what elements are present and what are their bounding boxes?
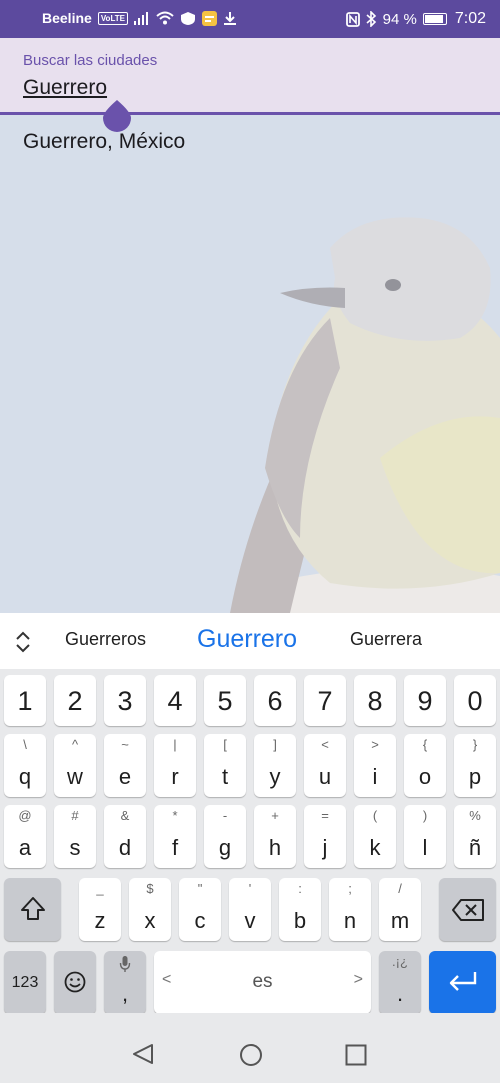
key-a[interactable]: @ a (4, 805, 46, 868)
key-z[interactable]: _ z (79, 878, 121, 941)
status-bar: Beeline VoLTE 94 % 7:02 (0, 0, 500, 38)
space-right-arrow: > (353, 971, 363, 988)
suggestion-3[interactable]: Guerrera (350, 629, 422, 650)
key-y[interactable]: ] y (254, 734, 296, 797)
key-u[interactable]: < u (304, 734, 346, 797)
period-key[interactable]: .¡¿. (379, 951, 421, 1014)
bird-photo (0, 38, 500, 613)
key-t[interactable]: [t (204, 734, 246, 797)
backspace-key[interactable] (439, 878, 496, 941)
space-language-label: es (252, 971, 273, 992)
key-b[interactable]: :b (279, 878, 321, 941)
suggestion-1[interactable]: Guerreros (65, 629, 146, 650)
navigation-bar (0, 1013, 500, 1083)
clock: 7:02 (454, 10, 486, 27)
battery-icon (422, 13, 447, 25)
download-icon (223, 11, 237, 26)
key-n-tilde[interactable]: % ñ (454, 805, 496, 868)
text-cursor-handle[interactable] (103, 100, 131, 132)
key-k[interactable]: (k (354, 805, 396, 868)
key-c[interactable]: " c (179, 878, 221, 941)
key-o[interactable]: {o (404, 734, 446, 797)
keyboard: Guerreros Guerrero Guerrera 1 2 3 4 5 6 … (0, 613, 500, 1014)
search-field[interactable]: Buscar las ciudades Guerrero (0, 38, 500, 115)
key-6[interactable]: 6 (254, 675, 296, 726)
key-m[interactable]: / m (379, 878, 421, 941)
bluetooth-icon (366, 11, 377, 27)
volte-badge: VoLTE (97, 11, 128, 25)
nfc-icon (345, 11, 360, 27)
key-7[interactable]: 7 (304, 675, 346, 726)
shift-key[interactable] (4, 878, 61, 941)
key-r[interactable]: | r (154, 734, 196, 797)
wifi-icon (156, 11, 174, 25)
key-0[interactable]: 0 (454, 675, 496, 726)
key-4[interactable]: 4 (154, 675, 196, 726)
shift-icon (21, 897, 45, 920)
key-f[interactable]: * f (154, 805, 196, 868)
mic-icon (119, 956, 131, 972)
key-g[interactable]: -g (204, 805, 246, 868)
key-w[interactable]: ^ w (54, 734, 96, 797)
key-l[interactable]: ) l (404, 805, 446, 868)
suggestion-bar: Guerreros Guerrero Guerrera (0, 613, 500, 669)
home-icon[interactable] (239, 1043, 263, 1067)
key-9[interactable]: 9 (404, 675, 446, 726)
message-icon (201, 10, 217, 26)
space-key[interactable]: < es > (154, 951, 371, 1014)
key-q[interactable]: \ q (4, 734, 46, 797)
key-n[interactable]: ; n (329, 878, 371, 941)
emoji-icon (64, 971, 86, 993)
key-1[interactable]: 1 (4, 675, 46, 726)
result-item[interactable]: Guerrero, México (23, 130, 185, 154)
key-e[interactable]: ~ e (104, 734, 146, 797)
key-s[interactable]: # s (54, 805, 96, 868)
key-d[interactable]: & d (104, 805, 146, 868)
key-h[interactable]: + h (254, 805, 296, 868)
key-v[interactable]: ' v (229, 878, 271, 941)
comma-key[interactable]: , (104, 951, 146, 1014)
search-label: Buscar las ciudades (23, 52, 158, 69)
battery-percent: 94 % (382, 10, 417, 28)
key-p[interactable]: } p (454, 734, 496, 797)
background-photo-area (0, 38, 500, 613)
key-i[interactable]: > i (354, 734, 396, 797)
shield-icon (180, 11, 196, 26)
back-icon[interactable] (131, 1043, 155, 1065)
backspace-icon (452, 899, 484, 921)
key-j[interactable]: = j (304, 805, 346, 868)
emoji-key[interactable] (54, 951, 96, 1014)
carrier-name: Beeline (42, 10, 92, 26)
enter-icon (449, 972, 477, 991)
enter-key[interactable] (429, 951, 496, 1014)
key-2[interactable]: 2 (54, 675, 96, 726)
key-3[interactable]: 3 (104, 675, 146, 726)
suggestion-2[interactable]: Guerrero (197, 625, 297, 654)
key-8[interactable]: 8 (354, 675, 396, 726)
key-x[interactable]: $ x (129, 878, 171, 941)
expand-icon[interactable] (14, 631, 32, 658)
search-input[interactable]: Guerrero (23, 76, 107, 100)
signal-icon (133, 11, 150, 25)
recents-icon[interactable] (345, 1044, 367, 1066)
key-5[interactable]: 5 (204, 675, 246, 726)
symbols-key[interactable]: 123 (4, 951, 46, 1014)
